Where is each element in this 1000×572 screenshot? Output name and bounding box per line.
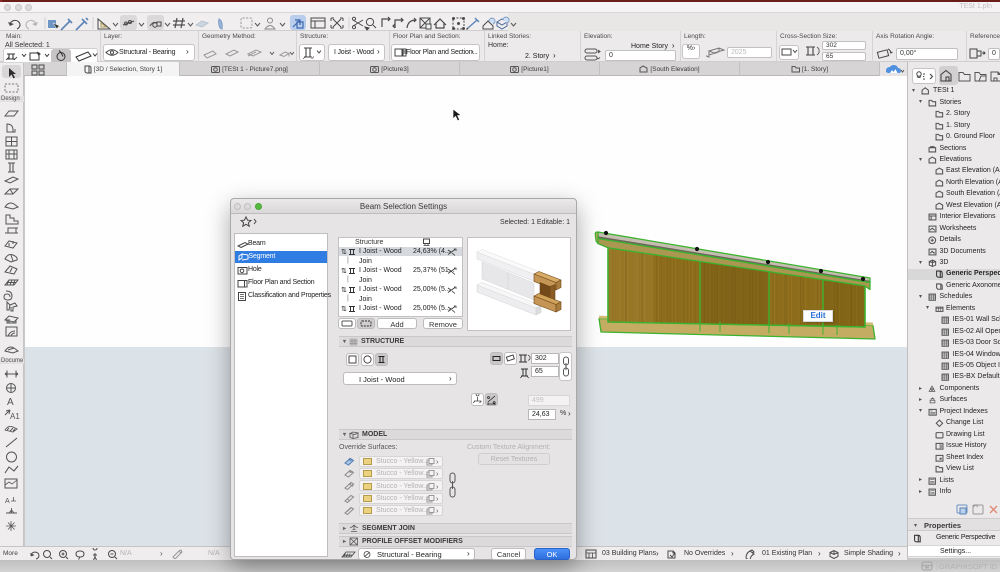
svg-text:A1: A1: [10, 412, 20, 421]
svg-text:A: A: [5, 498, 10, 505]
svg-text:A: A: [7, 397, 14, 408]
